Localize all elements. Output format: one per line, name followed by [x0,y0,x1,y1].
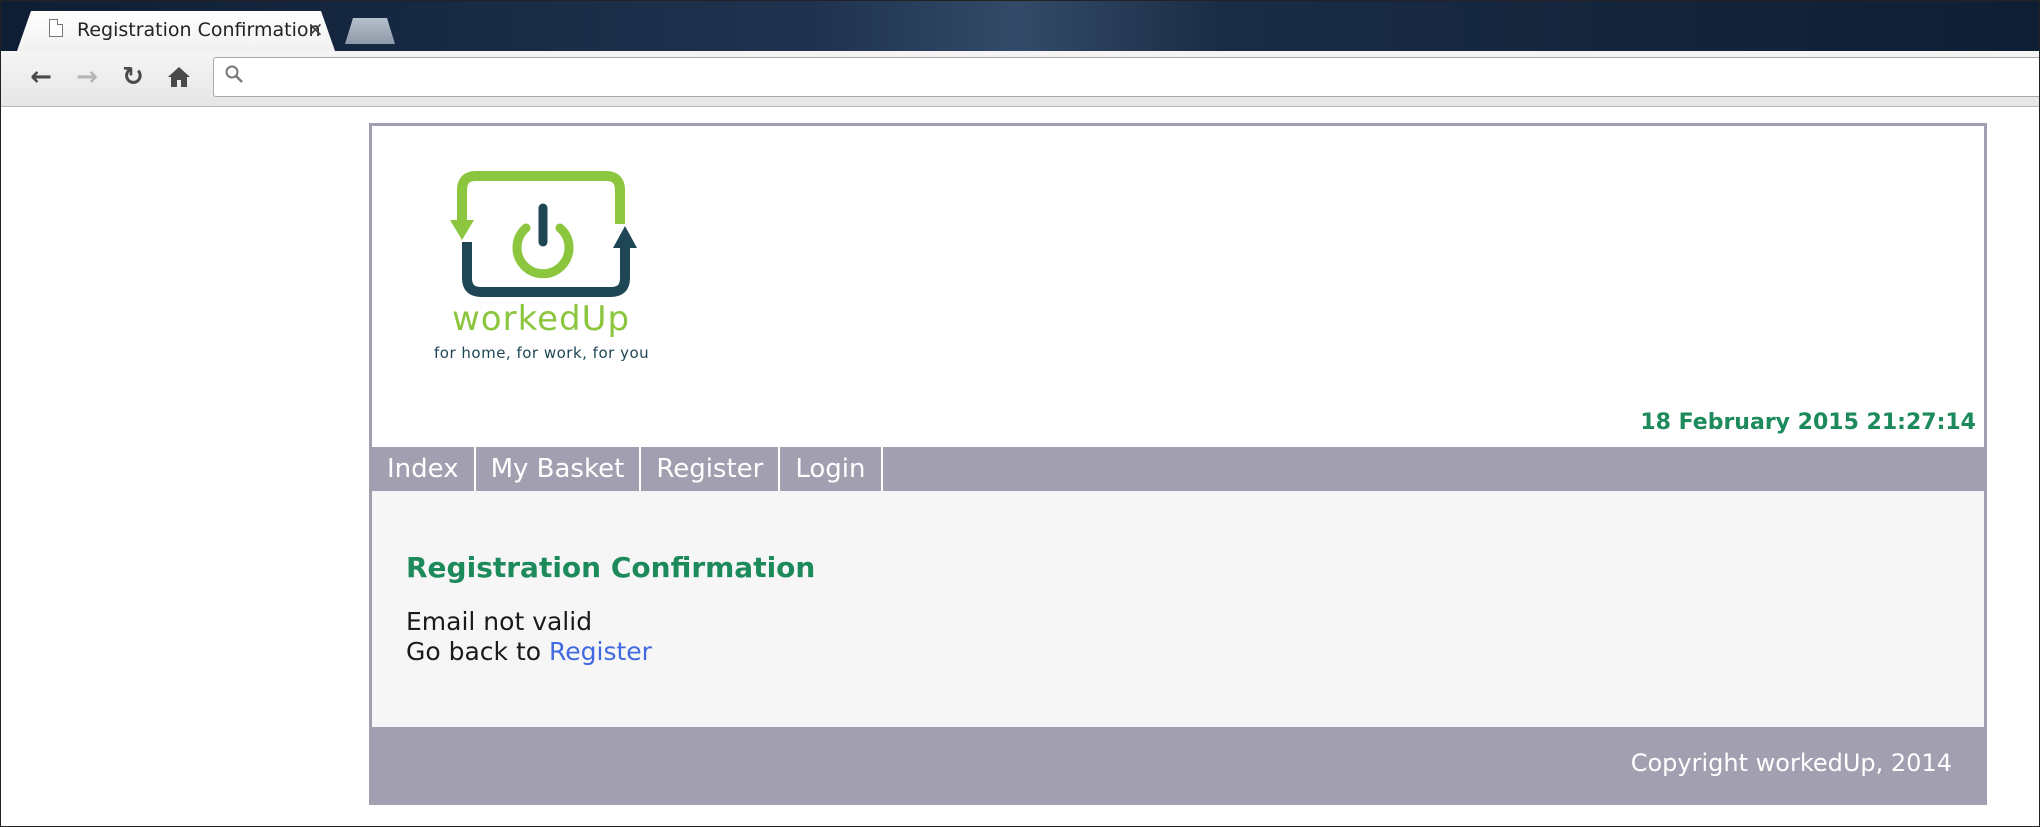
go-back-line: Go back to Register [406,637,652,666]
back-arrow-icon[interactable]: ← [25,61,57,93]
close-icon[interactable]: × [307,17,324,41]
site-container: workedUp for home, for work, for you 18 … [369,123,1987,805]
copyright-text: Copyright workedUp, 2014 [1630,749,1952,777]
address-bar[interactable] [213,57,2039,97]
workedup-logo[interactable]: workedUp for home, for work, for you [432,164,664,364]
browser-toolbar: ← → ↻ [1,51,2039,107]
register-link[interactable]: Register [549,637,652,666]
main-nav: Index My Basket Register Login [372,447,1984,491]
nav-item-login[interactable]: Login [780,447,883,491]
reload-icon[interactable]: ↻ [117,61,149,93]
nav-item-my-basket[interactable]: My Basket [476,447,642,491]
main-content: Registration Confirmation Email not vali… [372,491,1984,727]
tab-registration-confirmation[interactable]: Registration Confirmation × [17,11,335,51]
new-tab-button[interactable] [345,18,395,44]
title-bar: Registration Confirmation × [1,1,2039,51]
error-message: Email not valid [406,607,593,636]
page-icon [49,19,63,37]
tab-title: Registration Confirmation [77,19,321,41]
logo-text: workedUp [452,299,631,339]
forward-arrow-icon[interactable]: → [71,61,103,93]
footer: Copyright workedUp, 2014 [372,727,1984,805]
nav-item-index[interactable]: Index [372,447,476,491]
browser-window: Registration Confirmation × ← → ↻ worked… [0,0,2040,827]
address-input[interactable] [258,62,2022,94]
go-back-text: Go back to [406,637,542,666]
logo-tagline: for home, for work, for you [434,344,650,362]
page-title: Registration Confirmation [406,551,816,584]
current-datetime: 18 February 2015 21:27:14 [1640,410,1976,435]
nav-item-register[interactable]: Register [641,447,781,491]
search-icon [224,64,244,89]
home-icon[interactable] [163,61,195,93]
